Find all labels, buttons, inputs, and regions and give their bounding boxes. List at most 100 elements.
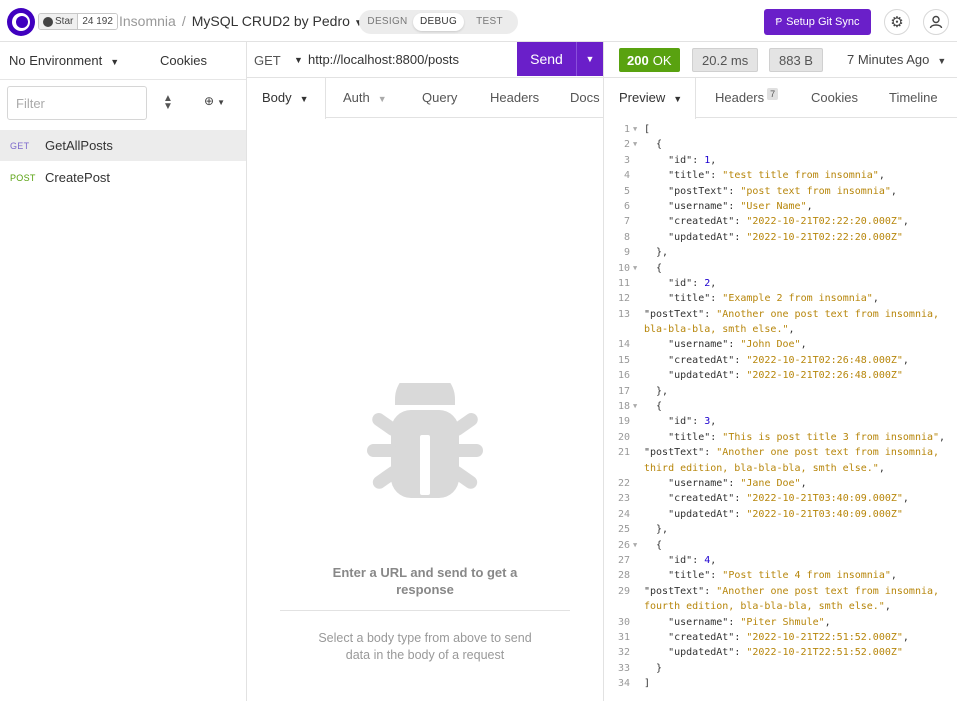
code-text: }, <box>644 247 669 259</box>
request-item-createpost[interactable]: POST CreatePost <box>0 162 246 193</box>
code-text: "createdAt": "2022-10-21T03:40:09.000Z", <box>668 493 909 505</box>
code-line: 23 "createdAt": "2022-10-21T03:40:09.000… <box>604 491 957 506</box>
code-text: }, <box>644 385 669 397</box>
fold-toggle-icon[interactable]: ▼ <box>633 538 637 553</box>
git-branch-icon: Ᵽ <box>775 16 783 28</box>
response-tabs: Preview ▼ Headers 7 Cookies Timeline <box>604 78 957 119</box>
line-number: 24 <box>617 508 630 520</box>
tab-docs[interactable]: Docs <box>570 78 600 118</box>
send-options-button[interactable]: ▼ <box>576 42 603 76</box>
request-item-getallposts[interactable]: GET GetAllPosts <box>0 130 246 161</box>
line-number: 12 <box>617 293 630 305</box>
code-text: "id": 3, <box>668 416 717 428</box>
tab-auth[interactable]: Auth ▼ <box>343 78 387 118</box>
empty-state-hint: Select a body type from above to send da… <box>318 631 532 662</box>
request-pane: GET ▼ http://localhost:8800/posts Send ▼… <box>247 42 604 701</box>
code-text: "title": "Example 2 from insomnia", <box>668 293 879 305</box>
tab-response-cookies[interactable]: Cookies <box>811 78 858 118</box>
code-line: 24 "updatedAt": "2022-10-21T03:40:09.000… <box>604 507 957 522</box>
code-text: "createdAt": "2022-10-21T02:22:20.000Z", <box>668 216 909 228</box>
sort-icon[interactable]: ▲ ▼ <box>160 94 176 112</box>
user-icon <box>929 15 943 29</box>
line-number: 7 <box>623 216 630 228</box>
line-number: 4 <box>623 170 630 182</box>
line-number: 20 <box>617 431 630 443</box>
github-star-widget[interactable]: Star 24 192 <box>38 13 118 30</box>
git-sync-label: Setup Git Sync <box>786 16 860 28</box>
line-number: 33 <box>617 662 630 674</box>
line-number: 30 <box>617 616 630 628</box>
line-number: 32 <box>617 647 630 659</box>
code-text: "updatedAt": "2022-10-21T22:51:52.000Z" <box>668 647 903 659</box>
code-text: { <box>644 539 663 551</box>
code-text: "title": "test title from insomnia", <box>668 170 885 182</box>
code-line: 33 } <box>604 661 957 676</box>
code-text: "updatedAt": "2022-10-21T03:40:09.000Z" <box>668 508 903 520</box>
code-text: "postText": "post text from insomnia", <box>668 185 897 197</box>
code-line: 22 "username": "Jane Doe", <box>604 476 957 491</box>
code-line: 12 "title": "Example 2 from insomnia", <box>604 291 957 306</box>
account-button[interactable] <box>923 9 949 35</box>
code-line: 2 ▼ { <box>604 137 957 152</box>
line-number: 6 <box>623 200 630 212</box>
fold-toggle-icon[interactable]: ▼ <box>633 122 637 137</box>
status-code: 200 <box>627 52 649 68</box>
fold-toggle-icon[interactable]: ▼ <box>633 261 637 276</box>
line-number: 27 <box>617 554 630 566</box>
tab-body[interactable]: Body ▼ <box>247 78 326 119</box>
response-history-dropdown[interactable]: 7 Minutes Ago ▼ <box>847 52 946 67</box>
gear-icon: ⚙ <box>890 14 904 31</box>
send-button[interactable]: Send <box>517 42 576 76</box>
cookies-button[interactable]: Cookies <box>160 53 207 68</box>
github-star-button[interactable]: Star <box>39 14 79 29</box>
sidebar: No Environment▼ Cookies ▲▼ ⊕▼ GET GetAll… <box>0 42 247 701</box>
code-text: "updatedAt": "2022-10-21T02:22:20.000Z" <box>668 231 903 243</box>
chevron-down-icon: ▼ <box>377 94 387 104</box>
url-input[interactable]: http://localhost:8800/posts <box>308 52 459 67</box>
mode-design[interactable]: DESIGN <box>362 13 413 31</box>
tab-response-headers[interactable]: Headers 7 <box>715 78 779 118</box>
method-dropdown[interactable]: GET <box>254 53 281 68</box>
code-line: 29 "postText": "Another one post text fr… <box>604 584 957 615</box>
response-status-bar: 200 OK 20.2 ms 883 B 7 Minutes Ago ▼ <box>604 42 957 78</box>
line-number: 29 <box>617 585 630 597</box>
code-line: 15 "createdAt": "2022-10-21T02:26:48.000… <box>604 353 957 368</box>
code-line: 9 }, <box>604 245 957 260</box>
mode-debug[interactable]: DEBUG <box>413 13 464 31</box>
chevron-down-icon[interactable]: ▼ <box>294 55 303 65</box>
chevron-down-icon: ▼ <box>217 98 225 107</box>
request-method-badge: POST <box>10 172 36 183</box>
tab-headers[interactable]: Headers <box>490 78 539 118</box>
setup-git-sync-button[interactable]: Ᵽ Setup Git Sync <box>764 9 871 35</box>
fold-toggle-icon[interactable]: ▼ <box>633 399 637 414</box>
code-line: 13 "postText": "Another one post text fr… <box>604 307 957 338</box>
line-number: 11 <box>617 277 630 289</box>
tab-query[interactable]: Query <box>422 78 457 118</box>
request-name: GetAllPosts <box>45 138 113 153</box>
line-number: 13 <box>617 308 630 320</box>
settings-button[interactable]: ⚙ <box>884 9 910 35</box>
insomnia-logo[interactable] <box>7 8 35 36</box>
code-line: 20 "title": "This is post title 3 from i… <box>604 430 957 445</box>
request-tabs: Body ▼ Auth ▼ Query Headers Docs <box>247 78 603 119</box>
tab-preview[interactable]: Preview ▼ <box>604 78 696 119</box>
line-number: 1 <box>623 124 630 135</box>
empty-state-title: Enter a URL and send to get a response <box>332 565 518 597</box>
line-number: 5 <box>623 185 630 197</box>
environment-label: No Environment <box>9 53 103 68</box>
filter-input[interactable] <box>7 86 147 120</box>
add-request-button[interactable]: ⊕ ▼ <box>204 94 225 108</box>
environment-dropdown[interactable]: No Environment ▼ <box>9 53 119 68</box>
request-method-badge: GET <box>10 140 30 151</box>
tab-body-label: Body <box>262 90 292 105</box>
mode-test[interactable]: TEST <box>464 13 515 31</box>
line-number: 17 <box>617 385 630 397</box>
tab-auth-label: Auth <box>343 90 370 105</box>
code-line: 14 "username": "John Doe", <box>604 337 957 352</box>
breadcrumb-app[interactable]: Insomnia <box>119 13 176 29</box>
tab-timeline[interactable]: Timeline <box>889 78 938 118</box>
github-star-count: 24 192 <box>78 14 117 29</box>
breadcrumb-project[interactable]: MySQL CRUD2 by Pedro▼ <box>192 13 364 29</box>
fold-toggle-icon[interactable]: ▼ <box>633 137 637 152</box>
response-body-viewer[interactable]: 1 ▼[2 ▼ {3 "id": 1, 4 "title": "test title … <box>604 122 957 692</box>
